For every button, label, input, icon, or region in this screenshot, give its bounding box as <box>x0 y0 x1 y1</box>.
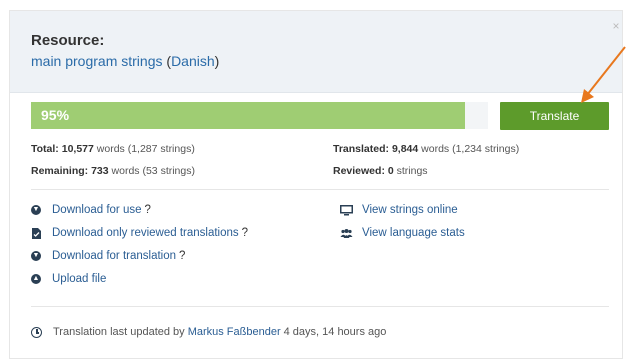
help-icon[interactable]: ? <box>145 204 151 216</box>
stat-remaining-label: Remaining: <box>31 165 89 177</box>
stat-reviewed: Reviewed: 0 strings <box>333 165 428 177</box>
stat-reviewed-rest: strings <box>396 165 428 177</box>
progress-bar: 95% <box>31 102 488 129</box>
stat-total-value: 10,577 <box>61 143 94 155</box>
close-icon[interactable]: × <box>610 19 622 33</box>
help-icon[interactable]: ? <box>242 227 248 239</box>
users-icon <box>340 228 353 238</box>
view-strings-online-label[interactable]: View strings online <box>362 204 458 216</box>
progress-fill <box>31 102 466 129</box>
resource-dialog: Resource: main program strings (Danish) … <box>9 10 623 359</box>
last-updated-time: 4 days, 14 hours ago <box>283 326 387 338</box>
resource-link[interactable]: main program strings <box>31 53 163 69</box>
annotation-arrow <box>581 46 626 103</box>
upload-file-label[interactable]: Upload file <box>52 273 106 285</box>
stat-translated-rest: words (1,234 strings) <box>421 143 520 155</box>
download-for-use-label[interactable]: Download for use <box>52 204 142 216</box>
dialog-header: Resource: main program strings (Danish) <box>10 11 622 93</box>
stat-reviewed-label: Reviewed: <box>333 165 385 177</box>
stat-total-rest: words (1,287 strings) <box>96 143 195 155</box>
stat-reviewed-value: 0 <box>387 165 394 177</box>
monitor-icon <box>340 204 353 215</box>
stat-translated-label: Translated: <box>333 143 390 155</box>
stat-translated: Translated: 9,844 words (1,234 strings) <box>333 143 519 155</box>
download-icon: ▼ <box>31 205 41 215</box>
download-for-translation-label[interactable]: Download for translation <box>52 250 176 262</box>
download-for-translation-link[interactable]: ▼ Download for translation ? <box>31 250 185 262</box>
view-language-stats-link[interactable]: View language stats <box>340 227 465 239</box>
download-reviewed-label[interactable]: Download only reviewed translations <box>52 227 239 239</box>
last-updated: Translation last updated by Markus Faßbe… <box>31 326 386 338</box>
file-check-icon <box>32 227 41 239</box>
view-language-stats-label[interactable]: View language stats <box>362 227 465 239</box>
stat-translated-value: 9,844 <box>391 143 419 155</box>
divider <box>31 306 609 307</box>
close-paren: ) <box>214 53 220 69</box>
stat-remaining-rest: words (53 strings) <box>111 165 195 177</box>
upload-file-link[interactable]: ▲ Upload file <box>31 273 106 285</box>
clock-icon <box>31 326 42 338</box>
stat-remaining-value: 733 <box>91 165 109 177</box>
view-strings-online-link[interactable]: View strings online <box>340 204 458 216</box>
stat-total: Total: 10,577 words (1,287 strings) <box>31 143 195 155</box>
help-icon[interactable]: ? <box>179 250 185 262</box>
upload-icon: ▲ <box>31 274 41 284</box>
download-icon: ▼ <box>31 251 41 261</box>
divider <box>31 189 609 190</box>
download-for-use-link[interactable]: ▼ Download for use ? <box>31 204 151 216</box>
stat-remaining: Remaining: 733 words (53 strings) <box>31 165 195 177</box>
progress-percent: 95% <box>41 107 70 123</box>
last-updated-prefix: Translation last updated by <box>53 326 185 338</box>
download-reviewed-link[interactable]: Download only reviewed translations ? <box>31 227 248 239</box>
resource-title: main program strings (Danish) <box>31 53 219 69</box>
page: Resource: main program strings (Danish) … <box>0 0 628 363</box>
resource-heading: Resource: <box>31 32 105 49</box>
user-link[interactable]: Markus Faßbender <box>188 326 281 338</box>
language-link[interactable]: Danish <box>171 53 215 69</box>
stat-total-label: Total: <box>31 143 59 155</box>
